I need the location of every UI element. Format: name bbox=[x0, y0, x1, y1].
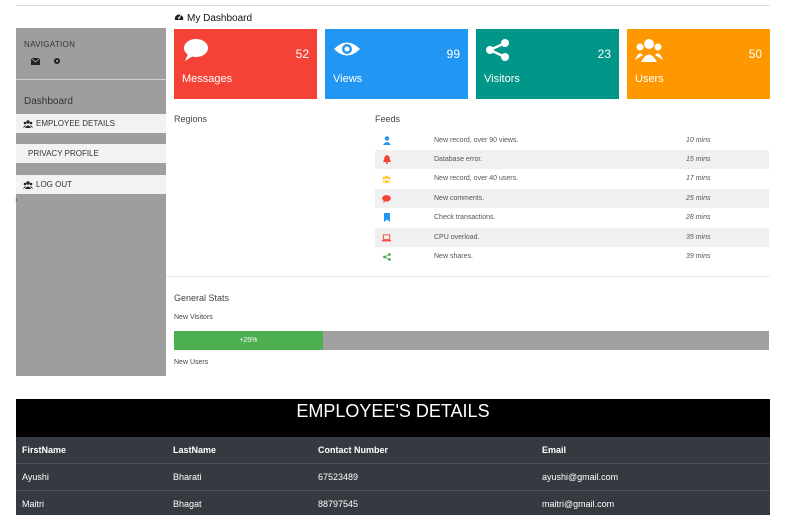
envelope-icon[interactable] bbox=[30, 56, 40, 66]
feed-time: 15 mins bbox=[686, 156, 711, 163]
page-title: My Dashboard bbox=[174, 12, 252, 24]
page-title-text: My Dashboard bbox=[187, 12, 253, 24]
dashboard-gauge-icon bbox=[174, 12, 184, 24]
table-header-row: FirstName LastName Contact Number Email bbox=[16, 437, 770, 463]
card-users[interactable]: 50 Users bbox=[627, 29, 770, 99]
feed-time: 28 mins bbox=[686, 214, 711, 221]
cell-firstname: Maitri bbox=[22, 499, 44, 509]
feed-time: 35 mins bbox=[686, 234, 711, 241]
chevron-right-icon[interactable]: › bbox=[15, 195, 18, 204]
card-value: 52 bbox=[295, 47, 309, 61]
feed-text: New shares. bbox=[434, 253, 473, 260]
cell-lastname: Bhagat bbox=[173, 499, 202, 509]
sidebar-divider bbox=[16, 79, 166, 80]
feed-row[interactable]: New comments. 25 mins bbox=[375, 189, 769, 208]
progress-fill: +25% bbox=[174, 331, 323, 350]
regions-title: Regions bbox=[174, 114, 208, 124]
table-row: Ayushi Bharati 67523489 ayushi@gmail.com bbox=[16, 463, 770, 490]
employee-table: EMPLOYEE'S DETAILS FirstName LastName Co… bbox=[16, 399, 770, 515]
feed-text: New record, over 90 views. bbox=[434, 137, 519, 144]
top-divider bbox=[16, 5, 770, 6]
column-header-firstname: FirstName bbox=[22, 445, 67, 455]
feed-text: Database error. bbox=[434, 156, 483, 163]
feed-row[interactable]: New record, over 40 users. 17 mins bbox=[375, 169, 769, 188]
feed-time: 25 mins bbox=[686, 195, 711, 202]
sidebar-item-employee-details[interactable]: EMPLOYEE DETAILS bbox=[16, 114, 166, 133]
share-icon bbox=[484, 38, 512, 62]
bell-icon bbox=[382, 155, 391, 164]
sidebar-item-label: LOG OUT bbox=[36, 180, 73, 189]
card-label: Visitors bbox=[484, 73, 520, 85]
feed-row[interactable]: CPU overload. 35 mins bbox=[375, 228, 769, 247]
sidebar-item-label: PRIVACY PROFILE bbox=[28, 149, 99, 158]
progress-text: +25% bbox=[239, 337, 258, 344]
sidebar-item-log-out[interactable]: LOG OUT bbox=[16, 175, 166, 194]
share-icon bbox=[382, 252, 391, 261]
section-divider bbox=[166, 276, 770, 277]
users-icon bbox=[382, 174, 391, 183]
card-value: 50 bbox=[748, 47, 762, 61]
feeds-title: Feeds bbox=[375, 114, 401, 124]
feed-row[interactable]: Check transactions. 28 mins bbox=[375, 208, 769, 227]
column-header-lastname: LastName bbox=[173, 445, 217, 455]
sidebar-section-title: Dashboard bbox=[24, 96, 73, 107]
cell-email: maitri@gmail.com bbox=[542, 499, 615, 509]
users-icon bbox=[23, 119, 33, 128]
feed-text: CPU overload. bbox=[434, 234, 480, 241]
sidebar: NAVIGATION Dashboard EMPLOYEE DETAILS PR… bbox=[15, 28, 166, 376]
cell-email: ayushi@gmail.com bbox=[542, 472, 619, 482]
feed-row[interactable]: New shares. 39 mins bbox=[375, 247, 769, 266]
column-header-contact-number: Contact Number bbox=[318, 445, 389, 455]
cell-firstname: Ayushi bbox=[22, 472, 49, 482]
table-row: Maitri Bhagat 88797545 maitri@gmail.com bbox=[16, 490, 770, 516]
card-value: 99 bbox=[446, 47, 460, 61]
card-label: Messages bbox=[182, 73, 233, 85]
column-header-email: Email bbox=[542, 445, 567, 455]
feed-text: New record, over 40 users. bbox=[434, 175, 519, 182]
feed-row[interactable]: Database error. 15 mins bbox=[375, 150, 769, 169]
bookmark-icon bbox=[382, 213, 391, 222]
sidebar-item-label: EMPLOYEE DETAILS bbox=[36, 119, 115, 128]
eye-icon bbox=[333, 38, 361, 62]
user-icon bbox=[382, 136, 391, 145]
card-label: Views bbox=[333, 73, 363, 85]
feed-time: 17 mins bbox=[686, 175, 711, 182]
card-value: 23 bbox=[597, 47, 611, 61]
card-messages[interactable]: 52 Messages bbox=[174, 29, 317, 99]
laptop-icon bbox=[382, 233, 391, 242]
new-visitors-progress: +25% bbox=[174, 331, 769, 350]
users-icon bbox=[635, 38, 663, 62]
sidebar-item-privacy-profile[interactable]: PRIVACY PROFILE bbox=[16, 144, 166, 163]
cell-lastname: Bharati bbox=[173, 472, 202, 482]
feed-text: New comments. bbox=[434, 195, 485, 202]
gear-icon[interactable] bbox=[52, 56, 62, 66]
employee-table-title: EMPLOYEE'S DETAILS bbox=[16, 399, 770, 437]
feed-time: 39 mins bbox=[686, 253, 711, 260]
sidebar-nav-title: NAVIGATION bbox=[24, 40, 76, 49]
feed-row[interactable]: New record, over 90 views. 10 mins bbox=[375, 131, 769, 150]
chat-bubble-icon bbox=[182, 38, 210, 62]
feed-text: Check transactions. bbox=[434, 214, 496, 221]
cell-contact-number: 67523489 bbox=[318, 472, 359, 482]
new-visitors-label: New Visitors bbox=[174, 314, 213, 321]
card-label: Users bbox=[635, 73, 664, 85]
comment-icon bbox=[382, 194, 391, 203]
new-users-label: New Users bbox=[174, 359, 209, 366]
cell-contact-number: 88797545 bbox=[318, 499, 359, 509]
general-stats-title: General Stats bbox=[174, 293, 230, 303]
users-icon bbox=[23, 180, 33, 189]
card-views[interactable]: 99 Views bbox=[325, 29, 468, 99]
feed-time: 10 mins bbox=[686, 137, 711, 144]
card-visitors[interactable]: 23 Visitors bbox=[476, 29, 619, 99]
sidebar-nav-icons bbox=[30, 56, 62, 66]
